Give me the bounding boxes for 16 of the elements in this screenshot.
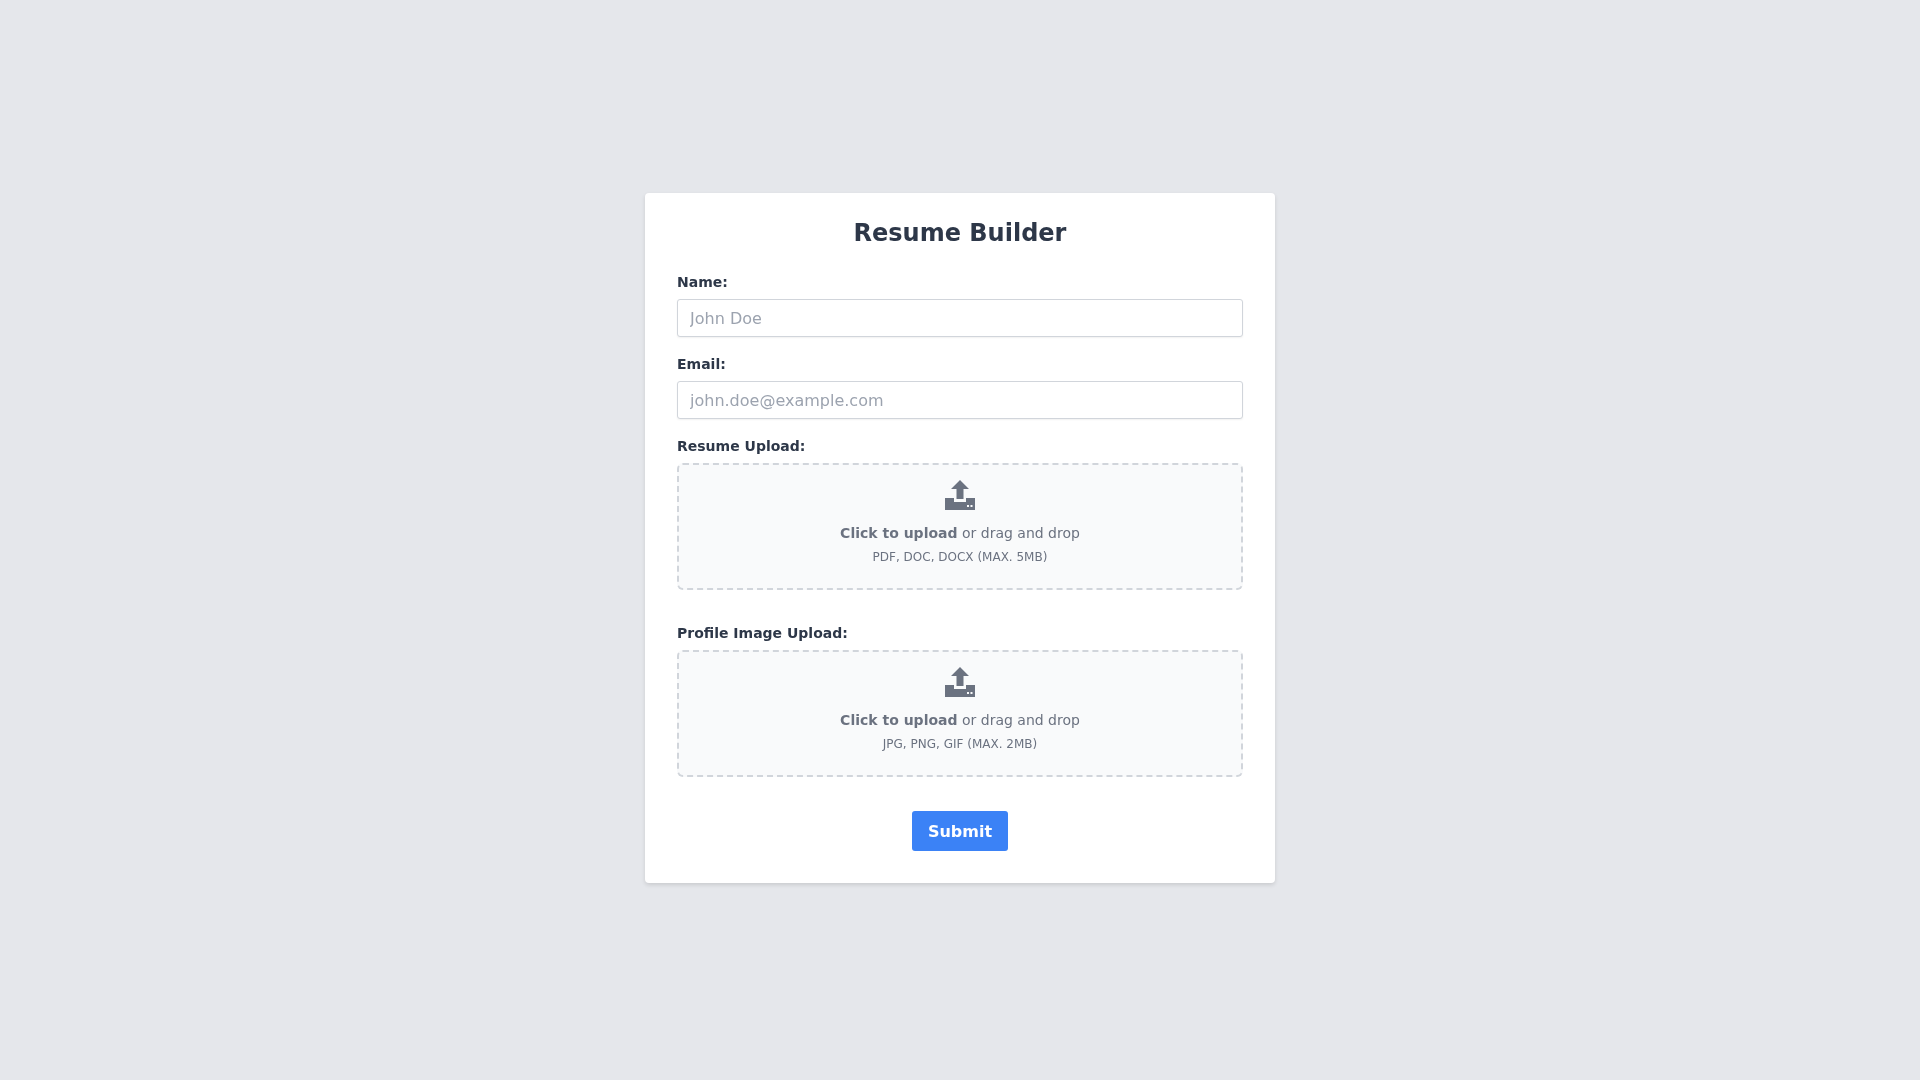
field-label: Resume Upload: [677,437,807,455]
field-label: Name: [677,273,729,291]
submit-button[interactable]: Submit [912,811,1008,851]
field-label: Email: [677,355,727,373]
field-label: Profile Image Upload: [677,624,849,642]
upload-dropzone[interactable]: Click to upload or drag and drop JPG, PNG, GIF (MAX. 2MB) [677,650,1243,777]
upload-formats: PDF, DOC, DOCX (MAX. 5MB) [872,549,1048,565]
upload-prompt: Click to upload or drag and drop [840,711,1080,730]
upload-formats: JPG, PNG, GIF (MAX. 2MB) [882,736,1038,752]
upload-dropzone[interactable]: Click to upload or drag and drop PDF, DOC, DOCX (MAX. 5MB) [677,463,1243,590]
upload-prompt: Click to upload or drag and drop [840,524,1080,543]
form-title: Resume Builder [852,218,1068,249]
upload-icon [944,479,976,511]
input-field[interactable]: john.doe@example.com [677,381,1243,419]
input-field[interactable]: John Doe [677,299,1243,337]
upload-icon [944,666,976,698]
